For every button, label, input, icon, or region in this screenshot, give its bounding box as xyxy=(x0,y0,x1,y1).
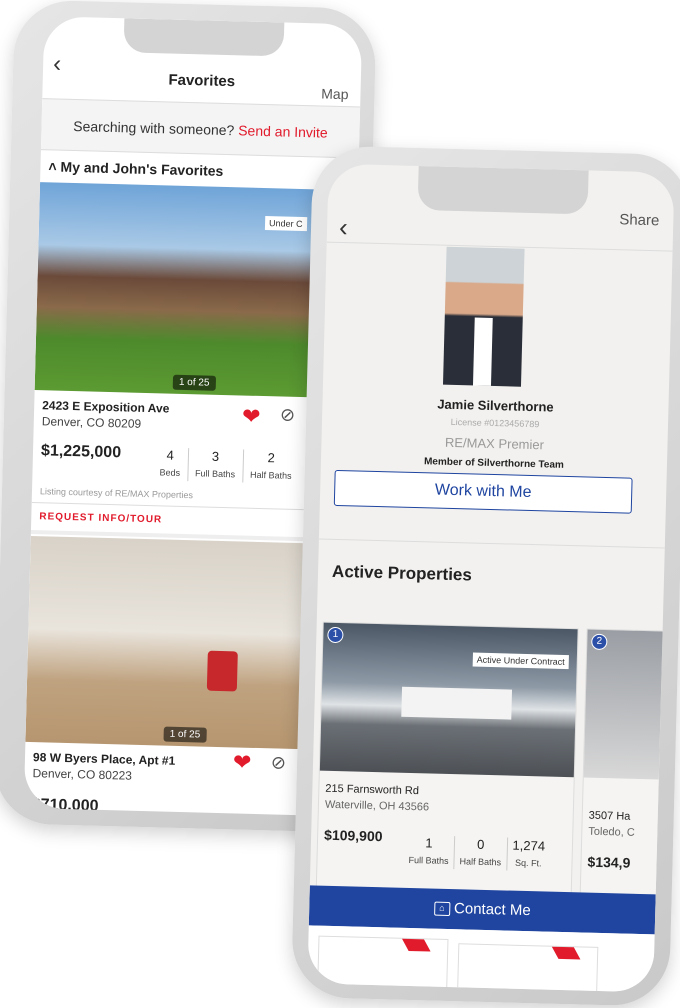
listing-address[interactable]: 98 W Byers Place, Apt #1 xyxy=(33,750,176,768)
stat-half-baths: 0 Half Baths xyxy=(453,836,507,871)
phone-notch xyxy=(123,18,285,57)
listing-city: Denver, CO 80209 xyxy=(41,414,142,431)
favorite-heart-icon[interactable]: ❤ xyxy=(233,749,252,775)
property-photo: 2 xyxy=(583,629,675,781)
property-city: Toledo, C xyxy=(588,825,635,839)
property-card[interactable]: 2 3507 Ha Toledo, C $134,9 xyxy=(579,628,675,912)
property-price: $134,9 xyxy=(587,853,631,871)
agent-license: License #0123456789 xyxy=(450,416,540,430)
stat-beds: 4 Beds xyxy=(159,447,181,478)
hide-eye-icon[interactable]: ⊘ xyxy=(271,752,287,773)
property-index: 1 xyxy=(327,626,344,644)
stat-sqft: 1,274 Sq. Ft. xyxy=(505,837,551,872)
photo-counter: 1 of 25 xyxy=(172,374,216,391)
section-title: Active Properties xyxy=(331,561,473,585)
photo-counter: 1 of 25 xyxy=(163,726,207,743)
stat-full-baths: 1 Full Baths xyxy=(408,835,449,866)
phone-agent-profile: ‹ Share Jamie Silverthorne License #0123… xyxy=(290,145,680,1007)
photo-chair xyxy=(206,650,238,692)
photo-house xyxy=(401,686,513,720)
search-prompt: Searching with someone? xyxy=(73,117,235,139)
listing-card[interactable] xyxy=(457,943,599,993)
status-badge: Under C xyxy=(264,216,307,232)
listing-price: $1,225,000 xyxy=(40,442,122,462)
property-price: $109,900 xyxy=(323,826,383,845)
send-invite-link[interactable]: Send an Invite xyxy=(238,122,328,140)
bottom-cards xyxy=(307,925,655,993)
property-stats: 1 Full Baths 0 Half Baths 1,274 Sq. Ft. xyxy=(403,835,551,872)
listing-address[interactable]: 2423 E Exposition Ave xyxy=(42,398,169,415)
agent-brokerage: RE/MAX Premier xyxy=(444,434,545,453)
listing-city: Denver, CO 80223 xyxy=(32,766,133,783)
stat-half-baths: 2 Half Baths xyxy=(241,449,300,484)
phone-notch xyxy=(417,165,589,215)
contact-me-label: Contact Me xyxy=(453,900,531,920)
listing-price: $710,000 xyxy=(31,796,99,815)
page-title: Favorites xyxy=(168,71,236,91)
ribbon-icon xyxy=(551,946,581,960)
divider xyxy=(318,538,665,549)
map-button[interactable]: Map xyxy=(321,85,349,102)
property-index: 2 xyxy=(591,633,608,651)
house-message-icon: ⌂ xyxy=(433,901,451,917)
work-with-me-button[interactable]: Work with Me xyxy=(333,469,633,514)
listing-card[interactable] xyxy=(317,935,449,989)
property-address: 215 Farnsworth Rd xyxy=(325,782,420,798)
group-header[interactable]: ˄ My and John's Favorites xyxy=(48,158,223,179)
agent-shirt xyxy=(472,317,493,386)
stat-full-baths: 3 Full Baths xyxy=(186,448,243,483)
favorite-heart-icon[interactable]: ❤ xyxy=(242,403,261,429)
agent-photo xyxy=(442,246,525,387)
ribbon-icon xyxy=(402,938,431,952)
listing-courtesy: Listing courtesy of RE/MAX Properties xyxy=(39,486,194,501)
status-badge: Active Under Contract xyxy=(472,652,569,670)
back-icon[interactable]: ‹ xyxy=(339,212,348,243)
property-address: 3507 Ha xyxy=(588,809,631,823)
agent-profile-screen: ‹ Share Jamie Silverthorne License #0123… xyxy=(307,163,675,993)
invite-banner: Searching with someone? Send an Invite xyxy=(40,98,361,159)
share-button[interactable]: Share xyxy=(619,211,659,229)
property-city: Waterville, OH 43566 xyxy=(324,798,430,814)
property-card[interactable]: 1 Active Under Contract 215 Farnsworth R… xyxy=(315,621,579,909)
chevron-up-icon: ˄ xyxy=(48,158,57,175)
property-photo: 1 Active Under Contract xyxy=(319,622,578,778)
hide-eye-icon[interactable]: ⊘ xyxy=(280,404,296,425)
listing-stats: 4 Beds 3 Full Baths 2 Half Baths xyxy=(152,447,300,484)
group-title: My and John's Favorites xyxy=(60,158,224,179)
